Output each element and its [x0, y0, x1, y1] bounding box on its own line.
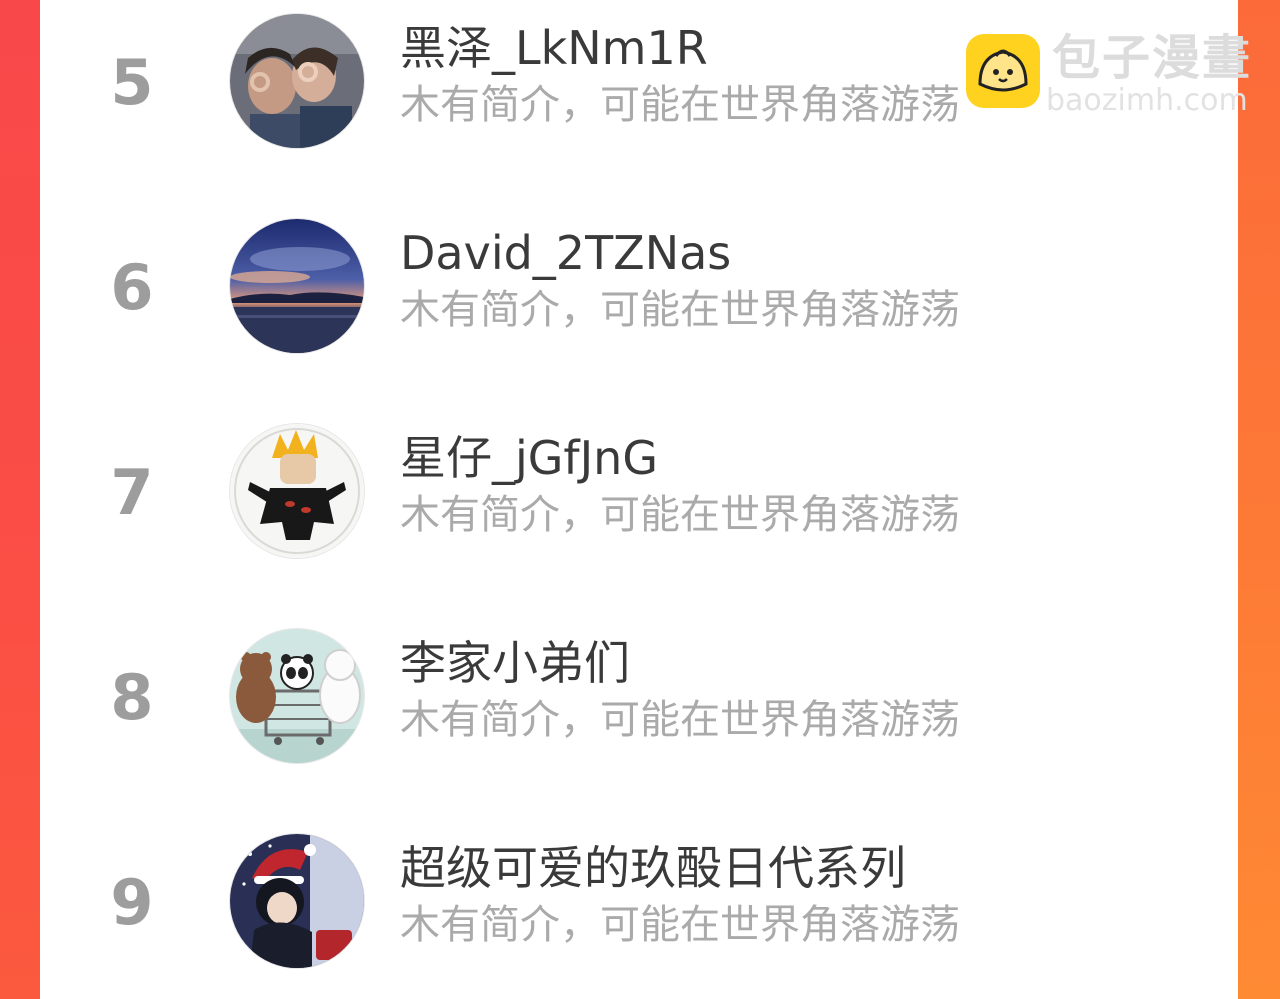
rank-number: 5: [110, 46, 154, 119]
ranking-row[interactable]: 7 星仔_jGfJnG 木有简介，可能在世界角落游荡: [40, 410, 1238, 580]
ranking-row[interactable]: 9 超级可爱的玖酘日代系列 木有简介，可能在世界角落游荡: [40, 820, 1238, 990]
ranking-row[interactable]: 8 李家小弟们 木有简介，可能在世界角落游荡: [40, 615, 1238, 785]
user-bio: 木有简介，可能在世界角落游荡: [400, 697, 960, 743]
watermark-title: 包子漫畫: [1052, 30, 1253, 86]
user-name[interactable]: 李家小弟们: [400, 633, 630, 693]
avatar-anime-character-icon: [230, 424, 364, 558]
user-avatar[interactable]: [230, 424, 364, 558]
user-avatar[interactable]: [230, 219, 364, 353]
user-avatar[interactable]: [230, 834, 364, 968]
rank-number: 8: [110, 661, 154, 734]
user-name[interactable]: David_2TZNas: [400, 223, 731, 283]
avatar-anime-boy-christmas-icon: [230, 834, 364, 968]
rank-number: 6: [110, 251, 154, 324]
rank-number: 7: [110, 456, 154, 529]
right-gradient-border: [1238, 0, 1280, 999]
user-name[interactable]: 星仔_jGfJnG: [400, 428, 658, 488]
user-bio: 木有简介，可能在世界角落游荡: [400, 492, 960, 538]
site-watermark: 包子漫畫 baozimh.com: [966, 30, 1256, 118]
ranking-panel: 5 黑泽_LkNm1R 木有简介，可能在世界角落游荡 6 David_2TZNa…: [40, 0, 1238, 999]
user-bio: 木有简介，可能在世界角落游荡: [400, 287, 960, 333]
user-bio: 木有简介，可能在世界角落游荡: [400, 902, 960, 948]
user-name[interactable]: 黑泽_LkNm1R: [400, 18, 708, 78]
user-bio: 木有简介，可能在世界角落游荡: [400, 82, 960, 128]
ranking-row[interactable]: 6 David_2TZNas 木有简介，可能在世界角落游荡: [40, 205, 1238, 375]
avatar-two-people-icon: [230, 14, 364, 148]
user-avatar[interactable]: [230, 629, 364, 763]
left-gradient-border: [0, 0, 40, 999]
rank-number: 9: [110, 866, 154, 939]
avatar-sunset-sea-icon: [230, 219, 364, 353]
user-avatar[interactable]: [230, 14, 364, 148]
user-name[interactable]: 超级可爱的玖酘日代系列: [400, 838, 906, 898]
bun-mascot-icon: [966, 34, 1040, 108]
watermark-url: baozimh.com: [1046, 83, 1248, 118]
avatar-three-bears-icon: [230, 629, 364, 763]
